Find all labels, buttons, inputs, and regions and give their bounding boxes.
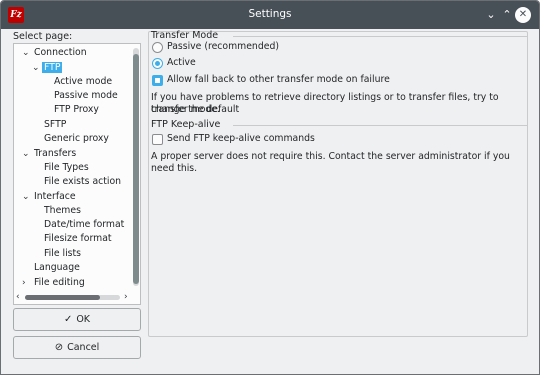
maximize-icon[interactable]: ⌃ xyxy=(499,7,515,23)
allow-fallback-label[interactable]: Allow fall back to other transfer mode o… xyxy=(167,73,390,87)
minimize-icon[interactable]: ⌄ xyxy=(483,7,499,23)
keep-alive-label[interactable]: Send FTP keep-alive commands xyxy=(167,132,315,146)
active-radio[interactable] xyxy=(152,58,163,69)
vertical-scrollbar-thumb[interactable] xyxy=(133,54,139,284)
window-title: Settings xyxy=(248,8,292,20)
tree-item-file-exists-action[interactable]: File exists action xyxy=(44,175,121,189)
chevron-down-icon[interactable]: ⌄ xyxy=(22,147,32,161)
horizontal-scrollbar-thumb[interactable] xyxy=(25,295,100,300)
keep-alive-checkbox[interactable] xyxy=(152,134,163,145)
tree-item-file-lists[interactable]: File lists xyxy=(44,247,81,261)
tree-item-ftp-proxy[interactable]: FTP Proxy xyxy=(54,103,99,117)
close-icon[interactable]: ✕ xyxy=(515,7,531,23)
scroll-left-icon[interactable]: ‹ xyxy=(16,292,20,302)
tree-item-connection[interactable]: ⌄ Connection xyxy=(22,46,87,60)
checkmark-icon: ✓ xyxy=(63,314,73,325)
tree-item-themes[interactable]: Themes xyxy=(44,204,81,218)
passive-radio[interactable] xyxy=(152,42,163,53)
ok-button[interactable]: ✓ OK xyxy=(13,308,141,331)
tree-item-file-types[interactable]: File Types xyxy=(44,161,89,175)
tree-item-active-mode[interactable]: Active mode xyxy=(54,75,112,89)
settings-page-tree[interactable]: ⌄ Connection ⌄ FTP Active mode Passive m… xyxy=(13,43,141,305)
tree-item-transfers[interactable]: ⌄ Transfers xyxy=(22,147,76,161)
chevron-down-icon[interactable]: ⌄ xyxy=(32,61,42,75)
tree-item-generic-proxy[interactable]: Generic proxy xyxy=(44,132,109,146)
ftp-keep-alive-title: FTP Keep-alive xyxy=(151,119,221,130)
chevron-down-icon[interactable]: ⌄ xyxy=(22,190,32,204)
tree-item-sftp[interactable]: SFTP xyxy=(44,118,66,132)
chevron-right-icon[interactable]: › xyxy=(22,276,32,290)
cancel-icon: ⊘ xyxy=(54,342,64,353)
settings-page-panel: Transfer Mode Passive (recommended) Acti… xyxy=(148,30,528,337)
tree-item-language[interactable]: Language xyxy=(34,261,80,275)
tree-item-interface[interactable]: ⌄ Interface xyxy=(22,190,76,204)
transfer-mode-hint-line2: transfer mode. xyxy=(151,104,220,115)
horizontal-scrollbar[interactable]: ‹ › xyxy=(15,292,139,302)
chevron-down-icon[interactable]: ⌄ xyxy=(22,46,32,60)
passive-radio-label[interactable]: Passive (recommended) xyxy=(167,40,279,54)
scroll-right-icon[interactable]: › xyxy=(124,292,128,302)
tree-item-date-time-format[interactable]: Date/time format xyxy=(44,218,124,232)
settings-window: Fz Settings ⌄ ⌃ ✕ Select page: ⌄ Connect… xyxy=(0,0,540,375)
allow-fallback-checkbox[interactable] xyxy=(152,75,163,86)
cancel-button[interactable]: ⊘ Cancel xyxy=(13,336,141,359)
group-divider xyxy=(233,36,527,37)
tree-item-ftp[interactable]: ⌄ FTP xyxy=(32,61,63,75)
keep-alive-note: A proper server does not require this. C… xyxy=(151,151,510,174)
select-page-label: Select page: xyxy=(13,31,73,42)
group-divider xyxy=(233,125,527,126)
tree-item-passive-mode[interactable]: Passive mode xyxy=(54,89,118,103)
vertical-scrollbar[interactable] xyxy=(133,48,139,286)
active-radio-label[interactable]: Active xyxy=(167,56,196,70)
title-bar: Fz Settings ⌄ ⌃ ✕ xyxy=(1,1,539,29)
tree-item-file-editing[interactable]: › File editing xyxy=(22,276,85,290)
tree-item-filesize-format[interactable]: Filesize format xyxy=(44,232,112,246)
